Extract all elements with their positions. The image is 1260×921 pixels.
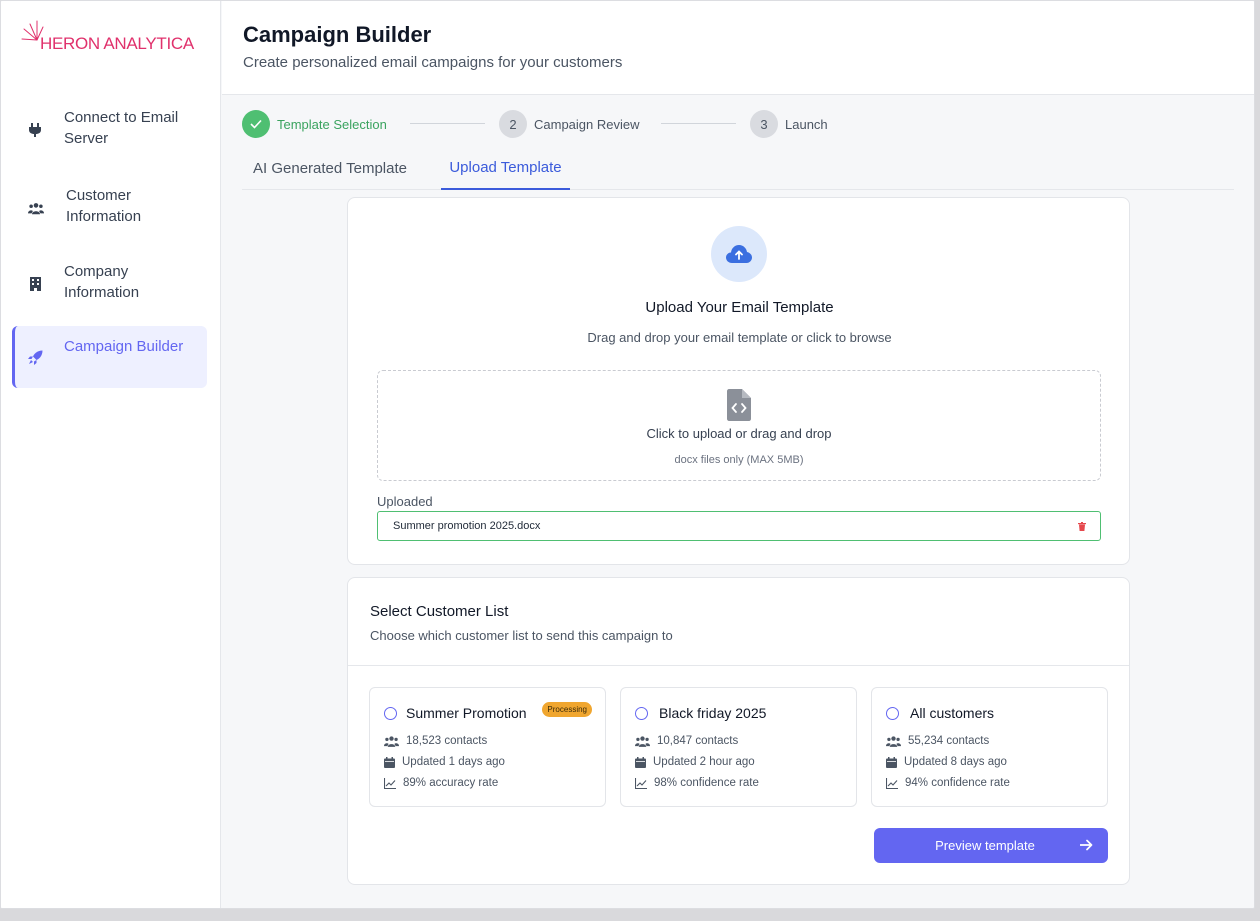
chart-line-icon (886, 777, 898, 789)
uploaded-label: Uploaded (377, 494, 433, 509)
customer-list-title: Select Customer List (370, 603, 509, 620)
customer-list-option-summer-promotion[interactable]: Summer Promotion Processing 18,523 conta… (369, 687, 606, 807)
sidebar-item-company-information[interactable]: Company Information (12, 259, 207, 309)
chart-line-icon (635, 777, 647, 789)
step-label: Launch (785, 116, 828, 132)
rate-row: 98% confidence rate (635, 777, 759, 789)
calendar-icon (635, 756, 646, 768)
customer-list-card: Select Customer List Choose which custom… (347, 577, 1130, 885)
sidebar-item-campaign-builder[interactable]: Campaign Builder (12, 326, 207, 388)
updated-text: Updated 1 days ago (402, 756, 505, 768)
page-title: Campaign Builder (243, 22, 432, 47)
template-tabs: AI Generated Template Upload Template (242, 146, 1234, 190)
contacts-row: 18,523 contacts (384, 735, 487, 747)
customer-list-option-all-customers[interactable]: All customers 55,234 contacts Updated 8 … (871, 687, 1108, 807)
updated-row: Updated 8 days ago (886, 756, 1007, 768)
progress-stepper: Template Selection 2 Campaign Review 3 L… (242, 109, 942, 139)
updated-row: Updated 2 hour ago (635, 756, 755, 768)
users-icon (384, 735, 399, 747)
cloud-upload-icon (711, 226, 767, 282)
divider (348, 665, 1129, 666)
uploaded-file-item: Summer promotion 2025.docx (377, 511, 1101, 541)
check-icon (242, 110, 270, 138)
customer-list-name: Summer Promotion (406, 705, 527, 721)
tab-ai-generated-template[interactable]: AI Generated Template (242, 146, 418, 190)
dropzone-hint: docx files only (MAX 5MB) (674, 454, 804, 466)
contacts-count: 55,234 contacts (908, 735, 990, 747)
app-window: HERON ANALYTICA Connect to Email Server … (0, 0, 1255, 909)
file-dropzone[interactable]: Click to upload or drag and drop docx fi… (377, 370, 1101, 481)
updated-text: Updated 2 hour ago (653, 756, 755, 768)
upload-subtitle: Drag and drop your email template or cli… (587, 330, 892, 345)
upload-title: Upload Your Email Template (645, 299, 834, 316)
rate-text: 94% confidence rate (905, 777, 1010, 789)
contacts-row: 10,847 contacts (635, 735, 738, 747)
step-connector (410, 123, 485, 124)
step-number: 2 (499, 110, 527, 138)
customer-list-subtitle: Choose which customer list to send this … (370, 628, 673, 643)
trash-icon[interactable] (1078, 522, 1086, 531)
step-label: Template Selection (277, 116, 387, 132)
rate-text: 89% accuracy rate (403, 777, 499, 789)
radio-button[interactable] (384, 707, 397, 720)
customer-list-name: All customers (910, 705, 995, 721)
sidebar-item-label: Company Information (64, 263, 140, 301)
sidebar-item-customer-information[interactable]: Customer Information (12, 183, 207, 233)
rocket-icon (27, 349, 43, 365)
preview-template-label: Preview template (935, 838, 1035, 853)
rate-text: 98% confidence rate (654, 777, 759, 789)
users-icon (28, 200, 44, 216)
sidebar-item-label: Customer Information (66, 187, 142, 225)
rate-row: 89% accuracy rate (384, 777, 498, 789)
step-label: Campaign Review (534, 116, 640, 132)
arrow-right-icon (1080, 839, 1093, 851)
radio-button[interactable] (635, 707, 648, 720)
uploaded-file-name: Summer promotion 2025.docx (393, 520, 541, 532)
sidebar-item-connect-email[interactable]: Connect to Email Server (12, 105, 207, 155)
page-subtitle: Create personalized email campaigns for … (243, 54, 623, 71)
updated-text: Updated 8 days ago (904, 756, 1007, 768)
tab-upload-template[interactable]: Upload Template (441, 146, 570, 190)
brand-name: HERON ANALYTICA (40, 34, 194, 53)
contacts-count: 18,523 contacts (406, 735, 488, 747)
chart-line-icon (384, 777, 396, 789)
preview-template-button[interactable]: Preview template (874, 828, 1108, 863)
upload-template-card: Upload Your Email Template Drag and drop… (347, 197, 1130, 565)
step-number: 3 (750, 110, 778, 138)
contacts-count: 10,847 contacts (657, 735, 739, 747)
users-icon (886, 735, 901, 747)
code-file-icon (727, 389, 751, 421)
step-campaign-review[interactable]: 2 Campaign Review (499, 109, 640, 139)
contacts-row: 55,234 contacts (886, 735, 989, 747)
calendar-icon (886, 756, 897, 768)
sidebar-item-label: Connect to Email Server (64, 109, 179, 147)
updated-row: Updated 1 days ago (384, 756, 505, 768)
customer-list-option-black-friday[interactable]: Black friday 2025 10,847 contacts Update… (620, 687, 857, 807)
page-header: Campaign Builder Create personalized ema… (222, 1, 1254, 95)
customer-list-name: Black friday 2025 (659, 705, 767, 721)
plug-icon (27, 122, 43, 138)
step-connector (661, 123, 736, 124)
building-icon (27, 276, 43, 292)
step-template-selection[interactable]: Template Selection (242, 109, 387, 139)
step-launch[interactable]: 3 Launch (750, 109, 828, 139)
sidebar-item-label: Campaign Builder (64, 338, 184, 355)
radio-button[interactable] (886, 707, 899, 720)
sidebar: HERON ANALYTICA Connect to Email Server … (1, 1, 221, 908)
status-badge: Processing (542, 702, 592, 717)
rate-row: 94% confidence rate (886, 777, 1010, 789)
dropzone-text: Click to upload or drag and drop (646, 426, 832, 441)
calendar-icon (384, 756, 395, 768)
users-icon (635, 735, 650, 747)
